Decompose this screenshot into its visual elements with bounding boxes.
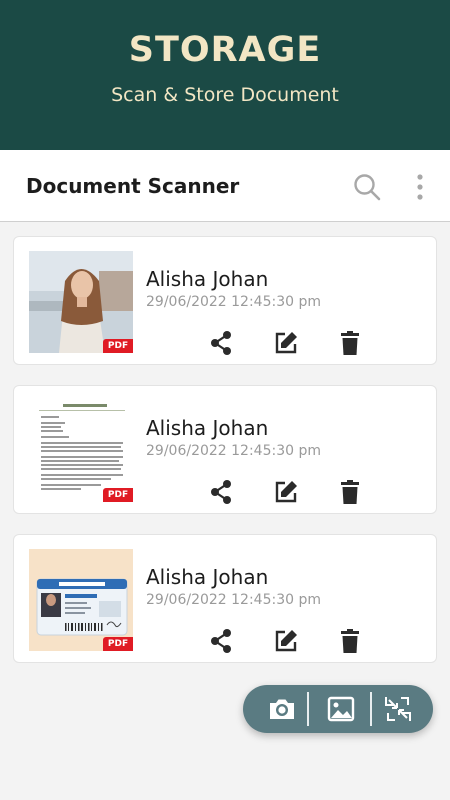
app-title: Document Scanner [26, 174, 240, 198]
document-thumbnail-license: PDF [29, 549, 133, 651]
document-card[interactable]: PDF Alisha Johan 29/06/2022 12:45:30 pm [13, 385, 437, 514]
document-thumbnail-photo: PDF [29, 251, 133, 353]
pdf-badge: PDF [103, 637, 133, 651]
document-name: Alisha Johan [146, 565, 269, 589]
edit-icon[interactable] [272, 329, 300, 357]
camera-icon[interactable] [266, 693, 298, 725]
pdf-badge: PDF [103, 488, 133, 502]
more-vert-icon[interactable] [410, 172, 430, 202]
edit-icon[interactable] [272, 627, 300, 655]
document-date: 29/06/2022 12:45:30 pm [146, 443, 321, 459]
header-banner: STORAGE Scan & Store Document [0, 0, 450, 150]
app-bar: Document Scanner [0, 150, 450, 222]
document-name: Alisha Johan [146, 267, 269, 291]
delete-icon[interactable] [336, 478, 364, 506]
document-thumbnail-letter: PDF [29, 400, 133, 502]
document-card[interactable]: PDF Alisha Johan 29/06/2022 12:45:30 pm [13, 236, 437, 365]
floating-action-bar [243, 685, 433, 733]
delete-icon[interactable] [336, 627, 364, 655]
edit-icon[interactable] [272, 478, 300, 506]
banner-subtitle: Scan & Store Document [111, 84, 339, 106]
banner-title: STORAGE [128, 30, 322, 70]
document-date: 29/06/2022 12:45:30 pm [146, 592, 321, 608]
share-icon[interactable] [207, 478, 235, 506]
document-date: 29/06/2022 12:45:30 pm [146, 294, 321, 310]
document-name: Alisha Johan [146, 416, 269, 440]
pdf-badge: PDF [103, 339, 133, 353]
fab-divider [307, 692, 309, 726]
compress-icon[interactable] [382, 693, 414, 725]
search-icon[interactable] [352, 172, 382, 202]
share-icon[interactable] [207, 329, 235, 357]
document-card[interactable]: PDF Alisha Johan 29/06/2022 12:45:30 pm [13, 534, 437, 663]
gallery-icon[interactable] [325, 693, 357, 725]
delete-icon[interactable] [336, 329, 364, 357]
fab-divider [370, 692, 372, 726]
share-icon[interactable] [207, 627, 235, 655]
